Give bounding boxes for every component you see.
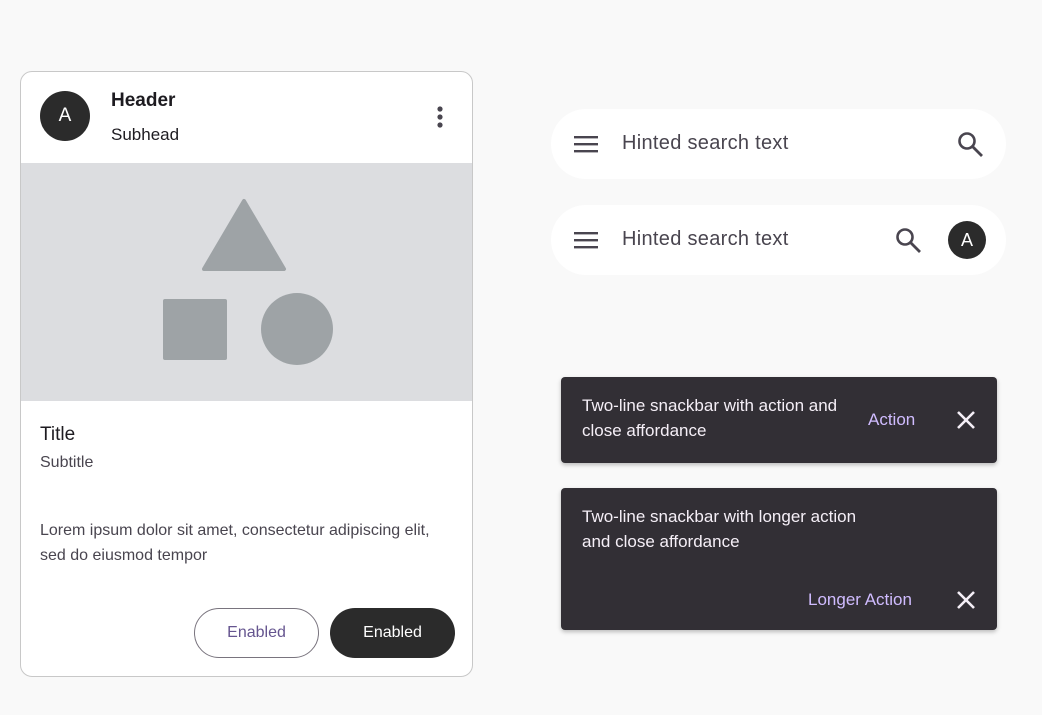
search-icon (896, 228, 921, 253)
media-card: A Header Subhead Title Subtitle Lorem ip… (20, 71, 473, 677)
avatar-letter: A (58, 105, 72, 126)
close-icon (957, 411, 975, 429)
more-options-button[interactable] (428, 103, 452, 131)
card-header-title: Header (111, 90, 176, 111)
card-header: A Header Subhead (21, 72, 472, 163)
snackbar-close-button[interactable] (955, 589, 977, 611)
snackbar-message: Two-line snackbar with action and close … (582, 396, 838, 440)
search-input[interactable]: Hinted search text (622, 132, 789, 155)
account-avatar[interactable]: A (948, 221, 986, 259)
avatar: A (40, 91, 90, 141)
card-title: Title (40, 424, 76, 445)
snackbar-action-button[interactable]: Action (868, 410, 915, 430)
search-icon (958, 132, 983, 157)
search-bar[interactable]: Hinted search text (551, 109, 1006, 179)
snackbar: Two-line snackbar with action and close … (561, 377, 997, 463)
close-icon (957, 591, 975, 609)
circle-shape (261, 293, 333, 365)
search-input[interactable]: Hinted search text (622, 228, 789, 251)
card-header-subhead: Subhead (111, 125, 180, 144)
search-button[interactable] (956, 130, 984, 158)
search-bar-with-avatar[interactable]: Hinted search text A (551, 205, 1006, 275)
card-body-text: Lorem ipsum dolor sit amet, consectetur … (40, 522, 430, 564)
outlined-button[interactable]: Enabled (194, 608, 319, 658)
filled-button-label: Enabled (363, 624, 422, 641)
avatar-letter: A (960, 229, 973, 250)
menu-button[interactable] (573, 228, 599, 252)
triangle-shape (202, 199, 286, 271)
search-button[interactable] (894, 226, 922, 254)
snackbar-longer-action: Two-line snackbar with longer action and… (561, 488, 997, 630)
menu-icon (574, 232, 598, 249)
snackbar-action-button[interactable]: Longer Action (808, 590, 912, 610)
card-media (21, 163, 472, 401)
menu-icon (574, 136, 598, 153)
more-vert-icon (437, 106, 443, 128)
snackbar-message: Two-line snackbar with longer action and… (582, 507, 857, 551)
media-placeholder-shapes (163, 199, 333, 365)
filled-button[interactable]: Enabled (330, 608, 455, 658)
card-subtitle: Subtitle (40, 454, 94, 471)
square-shape (163, 299, 227, 360)
menu-button[interactable] (573, 132, 599, 156)
snackbar-close-button[interactable] (955, 409, 977, 431)
outlined-button-label: Enabled (227, 624, 286, 641)
